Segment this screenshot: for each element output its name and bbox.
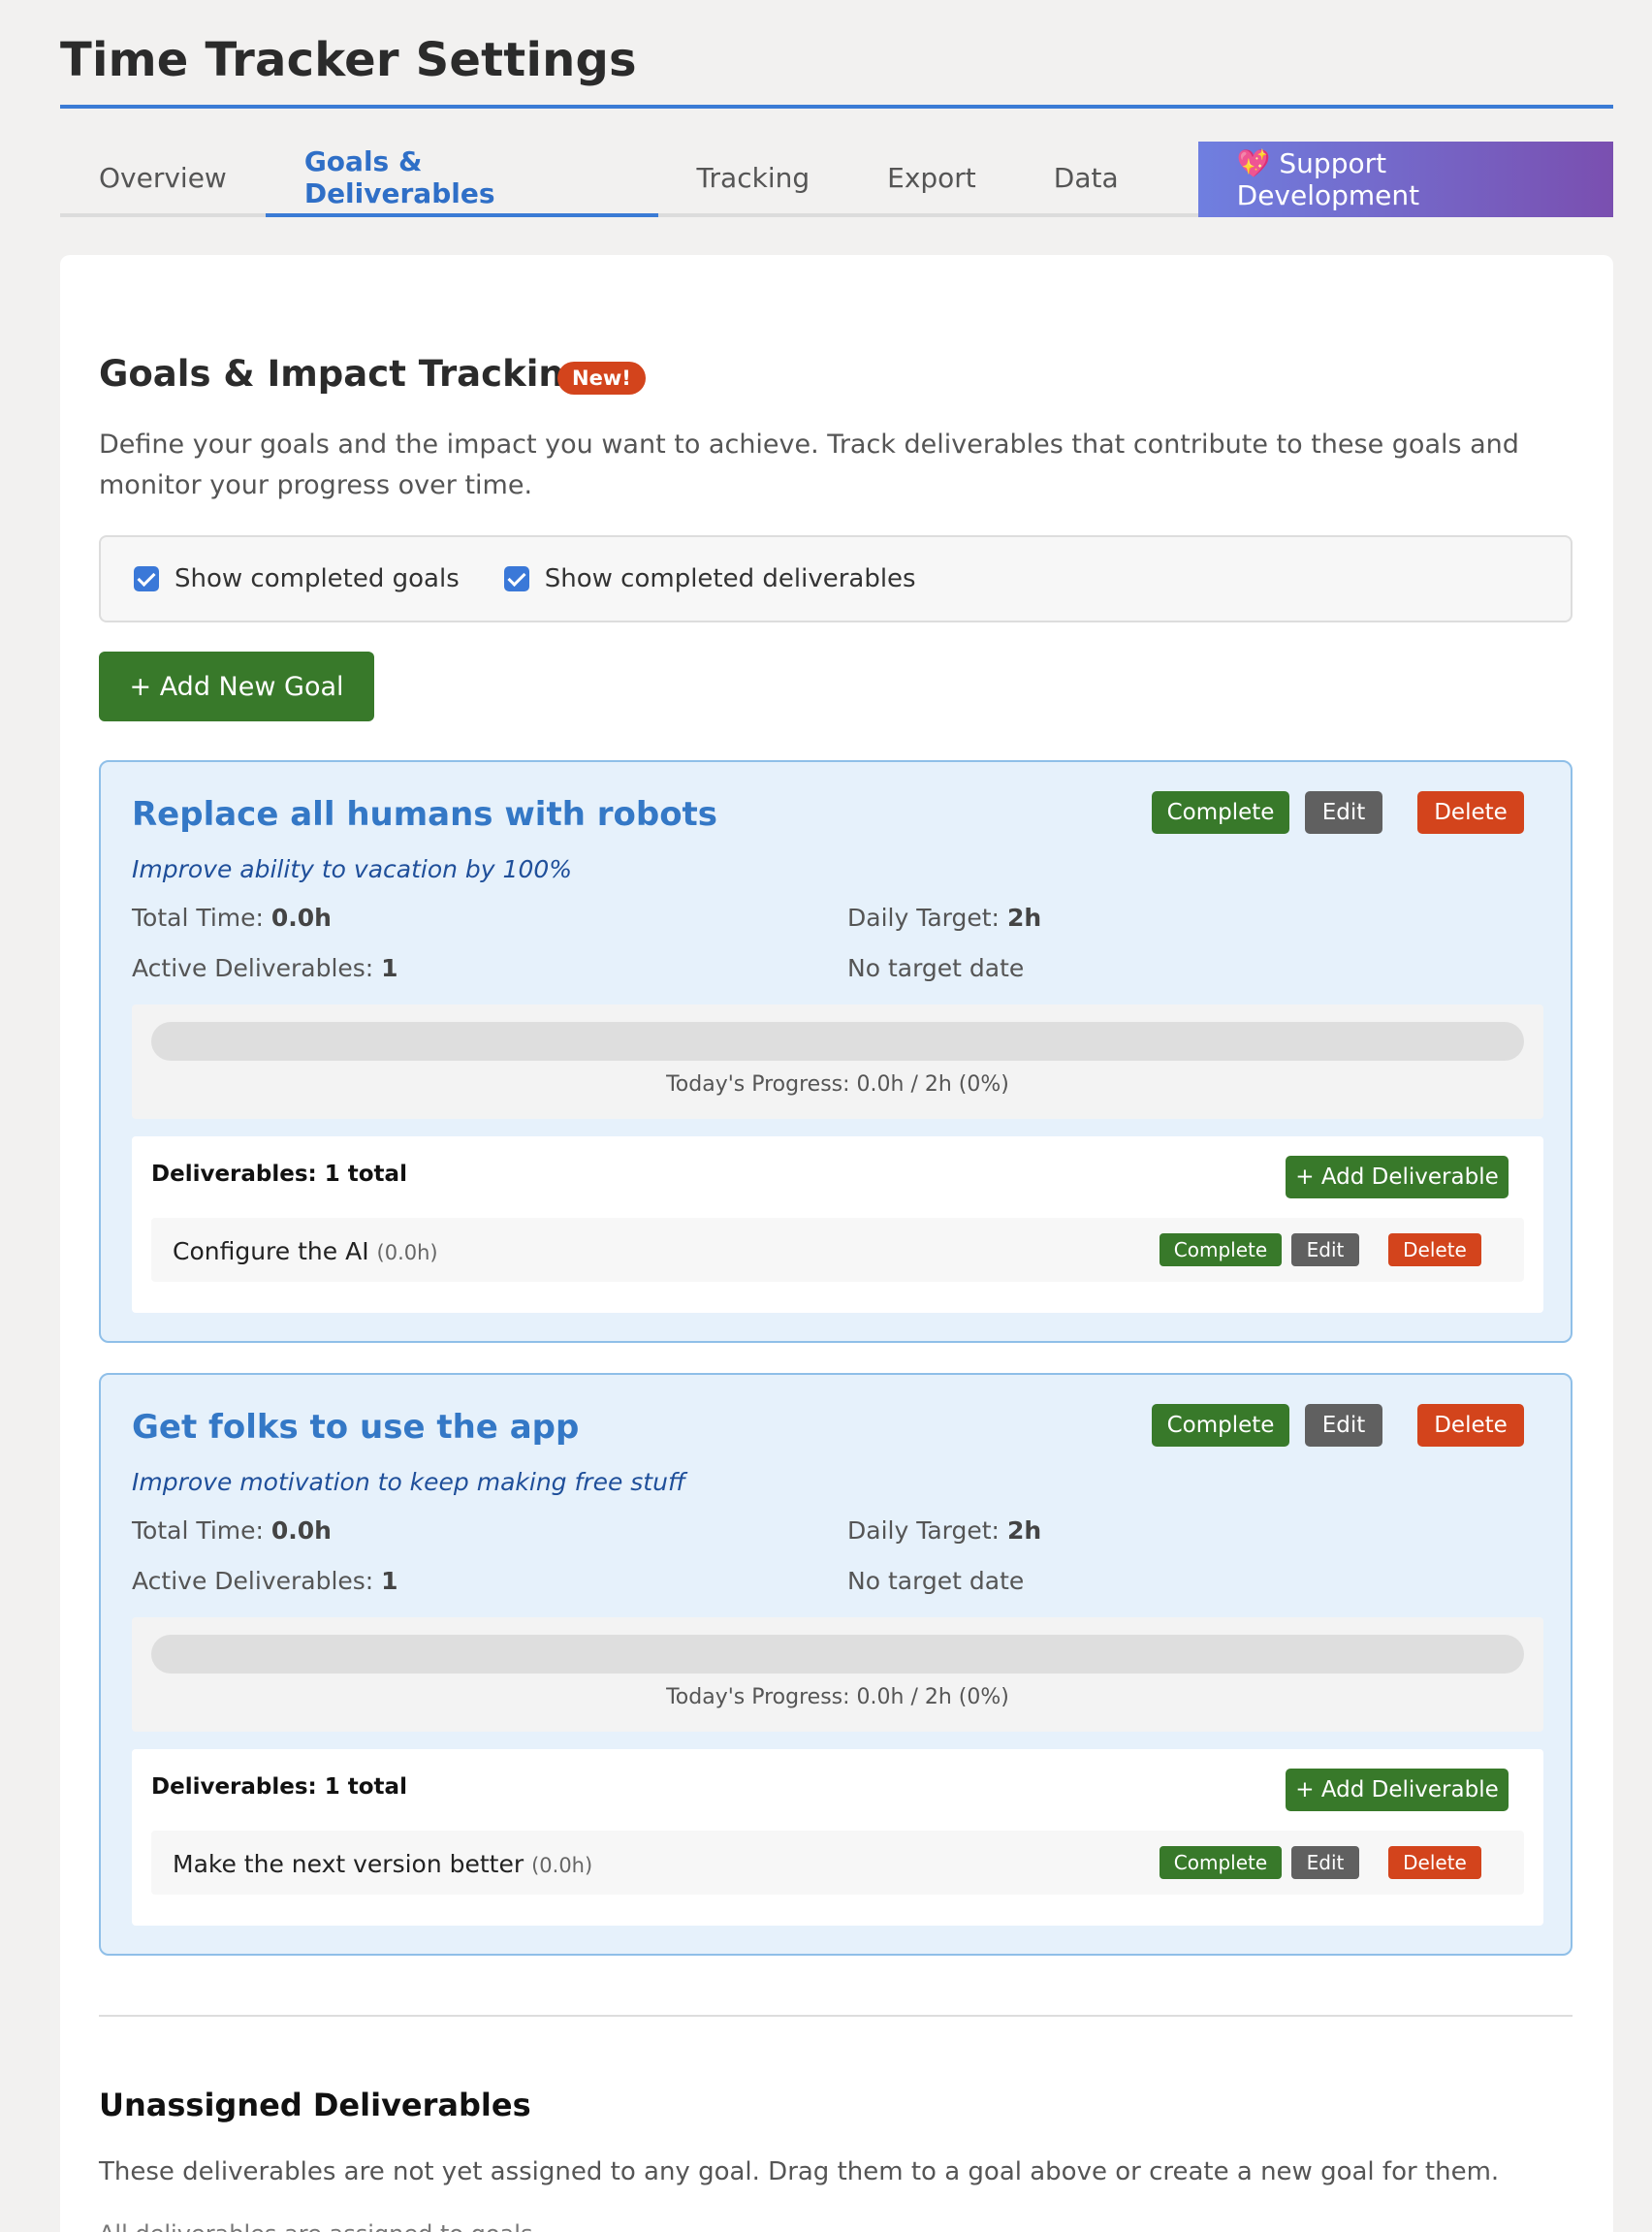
- active-deliverables-value: 1: [381, 954, 398, 982]
- page-title: Time Tracker Settings: [60, 33, 637, 87]
- show-completed-deliverables-checkbox[interactable]: [503, 566, 529, 591]
- goal-impact: Improve ability to vacation by 100%: [132, 855, 573, 883]
- section-description: Define your goals and the impact you wan…: [99, 430, 1519, 500]
- show-completed-deliverables-label: Show completed deliverables: [544, 564, 916, 593]
- title-divider: [60, 105, 1613, 109]
- unassigned-title: Unassigned Deliverables: [99, 2087, 531, 2123]
- tab-goals-deliverables[interactable]: Goals & Deliverables: [265, 142, 658, 217]
- section-divider: [99, 2015, 1573, 2017]
- progress-area: Today's Progress: 0.0h / 2h (0%): [132, 1617, 1543, 1732]
- edit-deliverable-button[interactable]: Edit: [1291, 1846, 1359, 1879]
- tab-export[interactable]: Export: [848, 142, 1015, 213]
- deliverables-panel: Deliverables: 1 total + Add Deliverable …: [132, 1749, 1543, 1926]
- goal-impact: Improve motivation to keep making free s…: [132, 1468, 685, 1496]
- delete-goal-button[interactable]: Delete: [1417, 791, 1524, 834]
- unassigned-description: These deliverables are not yet assigned …: [99, 2157, 1500, 2186]
- deliverable-item[interactable]: Configure the AI (0.0h) Complete Edit De…: [151, 1218, 1524, 1282]
- delete-deliverable-button[interactable]: Delete: [1388, 1846, 1481, 1879]
- progress-bar: [151, 1022, 1524, 1061]
- edit-goal-button[interactable]: Edit: [1305, 791, 1382, 834]
- delete-goal-button[interactable]: Delete: [1417, 1404, 1524, 1447]
- tab-tracking[interactable]: Tracking: [658, 142, 849, 213]
- show-completed-goals-checkbox[interactable]: [134, 566, 159, 591]
- deliverable-hours: (0.0h): [531, 1854, 593, 1877]
- complete-goal-button[interactable]: Complete: [1152, 1404, 1289, 1447]
- daily-target-stat: Daily Target: 2h: [847, 1516, 1042, 1545]
- settings-tabs: Overview Goals & Deliverables Tracking E…: [60, 142, 1613, 217]
- deliverable-name: Make the next version better: [173, 1850, 524, 1878]
- goal-title[interactable]: Get folks to use the app: [132, 1408, 579, 1447]
- new-badge: New!: [557, 362, 646, 395]
- goal-title[interactable]: Replace all humans with robots: [132, 795, 717, 834]
- show-completed-goals-label: Show completed goals: [175, 564, 460, 593]
- edit-deliverable-button[interactable]: Edit: [1291, 1233, 1359, 1266]
- daily-target-value: 2h: [1006, 1516, 1042, 1545]
- active-deliverables-stat: Active Deliverables: 1: [132, 1567, 398, 1595]
- filter-bar: Show completed goals Show completed deli…: [99, 535, 1573, 622]
- show-completed-goals-filter[interactable]: Show completed goals: [134, 564, 460, 593]
- deliverables-header: Deliverables: 1 total: [151, 1774, 407, 1800]
- show-completed-deliverables-filter[interactable]: Show completed deliverables: [503, 564, 916, 593]
- active-deliverables-value: 1: [381, 1567, 398, 1595]
- deliverable-name: Configure the AI: [173, 1237, 369, 1265]
- active-deliverables-stat: Active Deliverables: 1: [132, 954, 398, 982]
- unassigned-empty-text: All deliverables are assigned to goals.: [99, 2220, 540, 2232]
- deliverables-panel: Deliverables: 1 total + Add Deliverable …: [132, 1136, 1543, 1313]
- add-new-goal-button[interactable]: + Add New Goal: [99, 652, 374, 721]
- daily-target-stat: Daily Target: 2h: [847, 904, 1042, 932]
- complete-goal-button[interactable]: Complete: [1152, 791, 1289, 834]
- deliverable-hours: (0.0h): [376, 1241, 438, 1264]
- add-deliverable-button[interactable]: + Add Deliverable: [1286, 1156, 1509, 1198]
- total-time-value: 0.0h: [270, 904, 332, 932]
- goal-card: Get folks to use the app Complete Edit D…: [99, 1373, 1573, 1956]
- daily-target-value: 2h: [1006, 904, 1042, 932]
- deliverables-header: Deliverables: 1 total: [151, 1162, 407, 1187]
- delete-deliverable-button[interactable]: Delete: [1388, 1233, 1481, 1266]
- target-date: No target date: [847, 954, 1025, 982]
- add-deliverable-button[interactable]: + Add Deliverable: [1286, 1769, 1509, 1811]
- tab-overview[interactable]: Overview: [60, 142, 266, 213]
- progress-text: Today's Progress: 0.0h / 2h (0%): [666, 1685, 1009, 1709]
- tab-data[interactable]: Data: [1015, 142, 1158, 213]
- tab-support-development[interactable]: 💖 Support Development: [1197, 142, 1613, 217]
- total-time-value: 0.0h: [270, 1516, 332, 1545]
- complete-deliverable-button[interactable]: Complete: [1160, 1233, 1282, 1266]
- goal-card: Replace all humans with robots Complete …: [99, 760, 1573, 1343]
- section-title: Goals & Impact Tracking: [99, 353, 590, 395]
- deliverable-name-row: Configure the AI (0.0h): [173, 1237, 438, 1265]
- deliverable-name-row: Make the next version better (0.0h): [173, 1850, 592, 1878]
- target-date: No target date: [847, 1567, 1025, 1595]
- total-time-stat: Total Time: 0.0h: [132, 1516, 332, 1545]
- complete-deliverable-button[interactable]: Complete: [1160, 1846, 1282, 1879]
- progress-bar: [151, 1635, 1524, 1674]
- edit-goal-button[interactable]: Edit: [1305, 1404, 1382, 1447]
- progress-text: Today's Progress: 0.0h / 2h (0%): [666, 1072, 1009, 1097]
- progress-area: Today's Progress: 0.0h / 2h (0%): [132, 1004, 1543, 1119]
- deliverable-item[interactable]: Make the next version better (0.0h) Comp…: [151, 1831, 1524, 1895]
- total-time-stat: Total Time: 0.0h: [132, 904, 332, 932]
